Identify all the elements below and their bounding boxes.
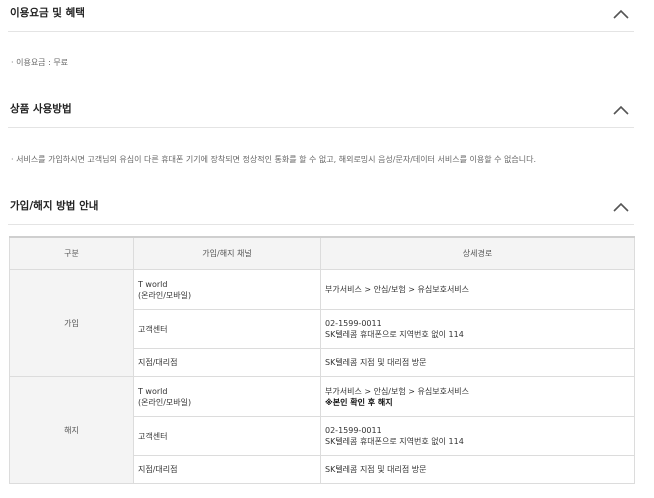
detail-cell: 02-1599-0011 SK텔레콤 휴대폰으로 지역번호 없이 114 — [320, 309, 635, 349]
channel-cell: 지점/대리점 — [133, 348, 321, 377]
section-fee-header[interactable]: 이용요금 및 혜택 — [8, 0, 634, 32]
chevron-up-icon[interactable] — [612, 201, 630, 213]
detail-path: 부가서비스 > 안심/보험 > 유심보호서비스 — [325, 386, 470, 396]
chevron-up-icon[interactable] — [612, 104, 630, 116]
chevron-up-icon[interactable] — [612, 8, 630, 20]
detail-warning: ※본인 확인 후 해지 — [325, 397, 393, 407]
channel-table: 구분 가입/해지 채널 상세경로 가입 T world (온라인/모바일) 부가… — [9, 236, 635, 484]
header-detail: 상세경로 — [320, 236, 635, 270]
section-join-header[interactable]: 가입/해지 방법 안내 — [8, 193, 634, 225]
channel-cell: 지점/대리점 — [133, 455, 321, 484]
group-label-cancel: 해지 — [9, 376, 134, 484]
detail-phone: 02-1599-0011 — [325, 319, 382, 328]
channel-name: T world — [138, 279, 168, 289]
group-label-join: 가입 — [9, 269, 134, 377]
channel-sub: (온라인/모바일) — [138, 290, 192, 300]
channel-name: 고객센터 — [138, 324, 168, 334]
table-row: 가입 T world (온라인/모바일) 부가서비스 > 안심/보험 > 유심보… — [9, 269, 635, 377]
detail-phone: 02-1599-0011 — [325, 426, 382, 435]
detail-cell: SK텔레콤 지점 및 대리점 방문 — [320, 348, 635, 377]
detail-visit: SK텔레콤 지점 및 대리점 방문 — [325, 358, 427, 367]
channel-name: 지점/대리점 — [138, 465, 178, 474]
detail-visit: SK텔레콤 지점 및 대리점 방문 — [325, 465, 427, 474]
usage-bullet: · 서비스를 가입하시면 고객님의 유심이 다른 휴대폰 기기에 장착되면 정상… — [11, 154, 536, 165]
section-join: 가입/해지 방법 안내 — [8, 193, 634, 225]
channel-cell: 고객센터 — [133, 309, 321, 349]
channel-cell: T world (온라인/모바일) — [133, 376, 321, 417]
header-channel: 가입/해지 채널 — [133, 236, 321, 270]
header-category: 구분 — [9, 236, 134, 270]
section-usage-title: 상품 사용방법 — [10, 103, 72, 115]
section-usage-header[interactable]: 상품 사용방법 — [8, 96, 634, 128]
detail-cell: 부가서비스 > 안심/보험 > 유심보호서비스 ※본인 확인 후 해지 — [320, 376, 635, 417]
fee-text: 이용요금 : 무료 — [16, 58, 69, 67]
detail-note: SK텔레콤 휴대폰으로 지역번호 없이 114 — [325, 437, 464, 446]
detail-path: 부가서비스 > 안심/보험 > 유심보호서비스 — [325, 285, 470, 294]
table-header-row: 구분 가입/해지 채널 상세경로 — [9, 236, 635, 270]
section-fee-title: 이용요금 및 혜택 — [10, 7, 85, 19]
bullet-dot-icon: · — [11, 58, 14, 67]
channel-name: 고객센터 — [138, 431, 168, 441]
channel-cell: T world (온라인/모바일) — [133, 269, 321, 310]
fee-bullet: · 이용요금 : 무료 — [11, 57, 68, 68]
section-join-title: 가입/해지 방법 안내 — [10, 200, 99, 212]
channel-name: T world — [138, 386, 168, 396]
detail-cell: 부가서비스 > 안심/보험 > 유심보호서비스 — [320, 269, 635, 310]
detail-cell: SK텔레콤 지점 및 대리점 방문 — [320, 455, 635, 484]
usage-text: 서비스를 가입하시면 고객님의 유심이 다른 휴대폰 기기에 장착되면 정상적인… — [16, 155, 537, 164]
section-usage: 상품 사용방법 · 서비스를 가입하시면 고객님의 유심이 다른 휴대폰 기기에… — [8, 96, 634, 164]
channel-cell: 고객센터 — [133, 416, 321, 456]
detail-note: SK텔레콤 휴대폰으로 지역번호 없이 114 — [325, 330, 464, 339]
table-row: 해지 T world (온라인/모바일) 부가서비스 > 안심/보험 > 유심보… — [9, 376, 635, 484]
bullet-dot-icon: · — [11, 155, 14, 164]
detail-cell: 02-1599-0011 SK텔레콤 휴대폰으로 지역번호 없이 114 — [320, 416, 635, 456]
channel-sub: (온라인/모바일) — [138, 397, 192, 407]
channel-name: 지점/대리점 — [138, 358, 178, 367]
section-fee: 이용요금 및 혜택 · 이용요금 : 무료 — [8, 0, 634, 67]
